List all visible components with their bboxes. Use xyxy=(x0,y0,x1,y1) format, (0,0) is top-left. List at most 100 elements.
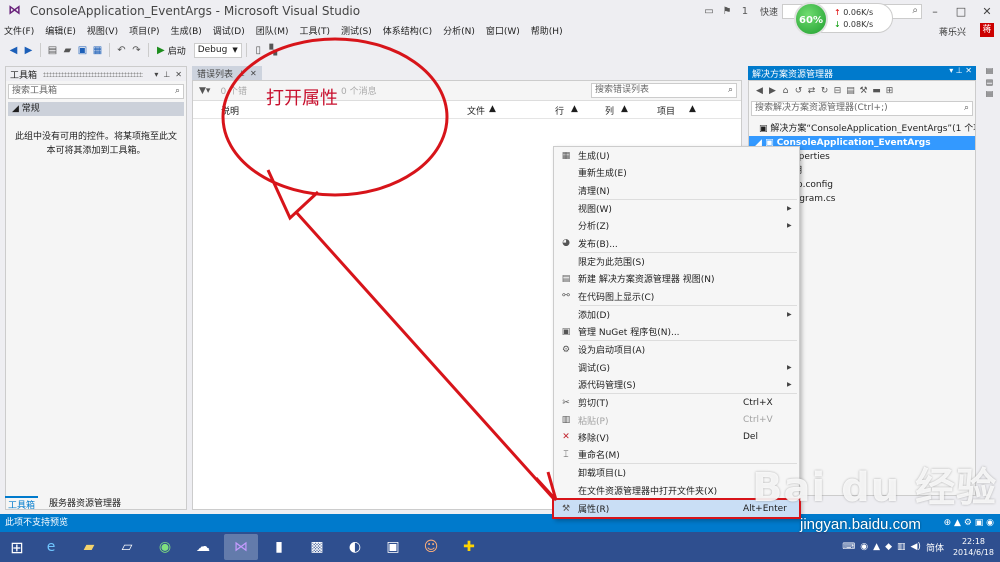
tool-icon[interactable]: ◐ xyxy=(338,534,372,560)
context-menu-item[interactable]: ▦ 生成(U) xyxy=(554,147,799,164)
menu-project[interactable]: 项目(P) xyxy=(129,24,159,37)
forward-icon[interactable]: ▶ xyxy=(766,86,779,96)
context-menu-item[interactable]: 清理(N) xyxy=(554,182,799,199)
tray-app-icon[interactable]: ◉ xyxy=(860,542,868,552)
app-icon[interactable]: ▱ xyxy=(110,534,144,560)
menu-team[interactable]: 团队(M) xyxy=(256,24,289,37)
context-menu-item[interactable]: ✕ 移除(V) Del xyxy=(554,429,799,446)
tab-server-explorer[interactable]: 服务器资源管理器 xyxy=(46,496,124,510)
toolbox-search-input[interactable]: 搜索工具箱 ⌕ xyxy=(8,84,184,99)
user-name[interactable]: 蒋乐兴 xyxy=(939,25,966,38)
pin-icon[interactable]: ⊥ xyxy=(238,69,245,78)
home-icon[interactable]: ⌂ xyxy=(779,86,792,96)
ime-indicator[interactable]: 简体 xyxy=(926,541,944,554)
visual-studio-taskbar-icon[interactable]: ⋈ xyxy=(224,534,258,560)
context-menu-item[interactable]: 源代码管理(S) ▶ xyxy=(554,376,799,393)
keyboard-icon[interactable]: ⌨ xyxy=(842,542,855,552)
tab-error-list[interactable]: 错误列表 ⊥ ✕ xyxy=(192,66,262,80)
save-icon[interactable]: ▣ xyxy=(75,45,90,56)
internet-explorer-icon[interactable]: e xyxy=(34,534,68,560)
save-all-icon[interactable]: ▦ xyxy=(90,45,105,56)
menu-window[interactable]: 窗口(W) xyxy=(486,24,520,37)
image-viewer-icon[interactable]: ▩ xyxy=(300,534,334,560)
solution-search-input[interactable]: 搜索解决方案资源管理器(Ctrl+;) ⌕ xyxy=(751,101,973,116)
close-icon[interactable]: ✕ xyxy=(175,70,182,79)
close-button[interactable]: ✕ xyxy=(974,5,1000,18)
avatar[interactable]: 蒋 xyxy=(980,23,994,37)
file-explorer-icon[interactable]: ▰ xyxy=(72,534,106,560)
context-menu-item[interactable]: ▤ 新建 解决方案资源管理器 视图(N) xyxy=(554,270,799,287)
context-menu-item[interactable]: 调试(G) ▶ xyxy=(554,359,799,376)
context-menu-item[interactable]: 限定为此范围(S) xyxy=(554,253,799,270)
start-debugging-button[interactable]: ▶ 启动 xyxy=(157,44,186,57)
browser-green-icon[interactable]: ◉ xyxy=(148,534,182,560)
solution-config-select[interactable]: Debug ▼ xyxy=(193,42,242,58)
context-menu-item[interactable]: ⚙ 设为启动项目(A) xyxy=(554,341,799,358)
sync-icon[interactable]: ⇄ xyxy=(805,86,818,96)
menu-analyze[interactable]: 分析(N) xyxy=(443,24,475,37)
maximize-button[interactable]: □ xyxy=(948,5,974,18)
menu-view[interactable]: 视图(V) xyxy=(87,24,118,37)
toolbar-options-icon[interactable]: ▚ xyxy=(266,45,281,56)
message-count[interactable]: 0 个消息 xyxy=(341,84,377,97)
menu-edit[interactable]: 编辑(E) xyxy=(45,24,76,37)
context-menu-item[interactable]: 分析(Z) ▶ xyxy=(554,217,799,234)
properties-wrench-icon[interactable]: ⚒ xyxy=(857,86,870,96)
contacts-icon[interactable]: ☺ xyxy=(414,534,448,560)
new-project-icon[interactable]: ▤ xyxy=(45,45,60,56)
filter-icon[interactable]: ▼▾ xyxy=(199,86,210,96)
windows-start-icon[interactable]: ⊞ xyxy=(0,532,34,562)
redo-icon[interactable]: ↷ xyxy=(129,45,144,56)
dropdown-icon[interactable]: ▾ xyxy=(949,66,953,75)
column-project[interactable]: 项目 xyxy=(657,104,675,117)
back-icon[interactable]: ◀ xyxy=(6,45,21,56)
class-view-icon[interactable]: ⊞ xyxy=(883,86,896,96)
column-description[interactable]: 说明 xyxy=(221,104,239,117)
tree-item-solution[interactable]: ▣ 解决方案“ConsoleApplication_EventArgs”(1 个… xyxy=(749,122,975,136)
context-menu-item[interactable]: ✂ 剪切(T) Ctrl+X xyxy=(554,394,799,411)
column-file[interactable]: 文件 xyxy=(467,104,485,117)
notepad-icon[interactable]: ▮ xyxy=(262,534,296,560)
minimize-button[interactable]: – xyxy=(922,5,948,18)
menu-test[interactable]: 测试(S) xyxy=(341,24,372,37)
menu-tools[interactable]: 工具(T) xyxy=(300,24,331,37)
side-tool-strip[interactable]: ▤ ▤ ▤ xyxy=(982,66,996,156)
toolbox-section-general[interactable]: ◢ 常规 xyxy=(8,102,184,116)
menu-file[interactable]: 文件(F) xyxy=(4,24,34,37)
menu-help[interactable]: 帮助(H) xyxy=(531,24,563,37)
security-app-icon[interactable]: ✚ xyxy=(452,534,486,560)
column-line[interactable]: 行 xyxy=(555,104,564,117)
collapse-all-icon[interactable]: ⊟ xyxy=(831,86,844,96)
forward-icon[interactable]: ▶ xyxy=(21,45,36,56)
context-menu-item[interactable]: ⚯ 在代码图上显示(C) xyxy=(554,287,799,304)
undo-icon[interactable]: ↶ xyxy=(114,45,129,56)
context-menu-item[interactable]: ▣ 管理 NuGet 程序包(N)... xyxy=(554,323,799,340)
clock[interactable]: 22:18 2014/6/18 xyxy=(953,536,994,558)
tray-app-icon[interactable]: ▲ xyxy=(873,542,880,552)
refresh-icon[interactable]: ↻ xyxy=(818,86,831,96)
close-icon[interactable]: ✕ xyxy=(965,66,972,75)
find-in-files-icon[interactable]: ▯ xyxy=(251,45,266,56)
notification-flag-icon[interactable]: ⚑ xyxy=(718,6,736,17)
feedback-icon[interactable]: ▭ xyxy=(700,6,718,17)
context-menu-item[interactable]: ▥ 粘贴(P) Ctrl+V xyxy=(554,411,799,428)
preview-icon[interactable]: ▬ xyxy=(870,86,883,96)
menu-architecture[interactable]: 体系结构(C) xyxy=(383,24,432,37)
context-menu-item[interactable]: 视图(W) ▶ xyxy=(554,200,799,217)
column-column[interactable]: 列 xyxy=(605,104,614,117)
menu-build[interactable]: 生成(B) xyxy=(171,24,202,37)
tray-app-icon[interactable]: ◆ xyxy=(885,542,892,552)
window-app-icon[interactable]: ▣ xyxy=(376,534,410,560)
pin-icon[interactable]: ⊥ xyxy=(956,66,963,75)
error-search-input[interactable]: 搜索错误列表 ⌕ xyxy=(591,83,737,98)
network-speed-widget[interactable]: 60% ↑ 0.06K/s ↓ 0.08K/s xyxy=(794,2,893,36)
close-icon[interactable]: ✕ xyxy=(250,69,257,78)
network-app-icon[interactable]: ☁ xyxy=(186,534,220,560)
drag-handle[interactable] xyxy=(43,71,144,77)
open-file-icon[interactable]: ▰ xyxy=(60,45,75,56)
context-menu-item[interactable]: 添加(D) ▶ xyxy=(554,306,799,323)
volume-icon[interactable]: ◀) xyxy=(911,542,921,552)
history-icon[interactable]: ↺ xyxy=(792,86,805,96)
pin-icon[interactable]: ⊥ xyxy=(163,70,170,79)
network-icon[interactable]: ▥ xyxy=(897,542,906,552)
